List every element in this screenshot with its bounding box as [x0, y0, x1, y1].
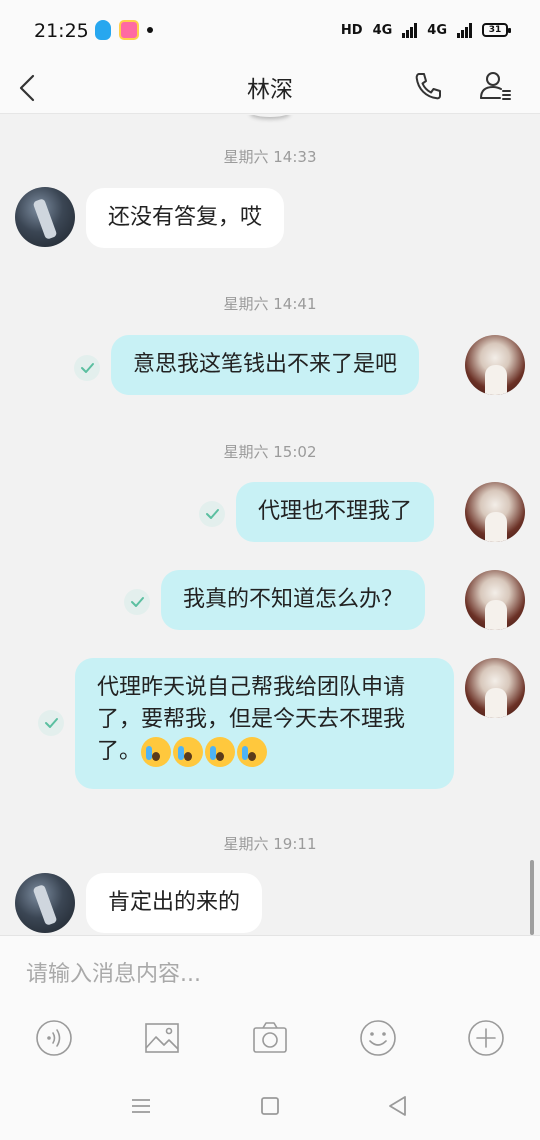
network-type-2: 4G: [427, 22, 447, 38]
loudly-crying-face-icon: [205, 737, 236, 767]
emoji-row: [141, 737, 268, 767]
notification-icons: [95, 20, 153, 40]
loudly-crying-face-icon: [173, 737, 204, 767]
received-message[interactable]: 肯定出的来的: [86, 873, 263, 933]
loudly-crying-face-icon: [141, 737, 172, 767]
recents-button[interactable]: [129, 1094, 153, 1118]
image-button[interactable]: [142, 1018, 182, 1058]
image-icon: [145, 1023, 179, 1053]
camera-icon: [253, 1022, 287, 1053]
menu-icon: [132, 1099, 150, 1113]
chat-header: 林深: [0, 62, 540, 114]
contact-name: 林深: [247, 77, 293, 103]
more-button[interactable]: [466, 1018, 506, 1058]
battery-icon: 31: [482, 23, 511, 37]
my-avatar[interactable]: [465, 658, 525, 718]
signal-icon-2: [457, 22, 472, 38]
my-avatar[interactable]: [465, 335, 525, 395]
user-profile-icon: [480, 72, 511, 100]
status-bar: 21:25 HD 4G 4G 31: [0, 0, 540, 62]
sent-message[interactable]: 代理也不理我了: [236, 482, 435, 542]
my-avatar[interactable]: [465, 570, 525, 630]
read-check-icon: [38, 710, 64, 736]
message-list[interactable]: 星期六 14:33 还没有答复，哎 星期六 14:41 意思我这笔钱出不来了是吧…: [0, 115, 540, 935]
square-home-icon: [261, 1097, 279, 1115]
loudly-crying-face-icon: [237, 737, 268, 767]
back-arrow-icon: [19, 74, 35, 102]
more-notifications-dot-icon: [147, 27, 153, 33]
voice-icon: [36, 1020, 72, 1056]
sent-message[interactable]: 意思我这笔钱出不来了是吧: [111, 335, 420, 395]
triangle-back-icon: [389, 1096, 406, 1116]
emoji-button[interactable]: [358, 1018, 398, 1058]
app-notification-icon: [119, 20, 139, 40]
back-button[interactable]: [14, 68, 50, 108]
message-input[interactable]: [12, 948, 528, 1000]
qq-notification-icon: [95, 20, 111, 40]
system-navigation-bar: [0, 1086, 540, 1126]
contact-profile-button[interactable]: [476, 66, 516, 106]
scrollbar[interactable]: [530, 860, 534, 935]
overscroll-shadow: [250, 115, 290, 117]
voice-button[interactable]: [34, 1018, 74, 1058]
camera-button[interactable]: [250, 1018, 290, 1058]
phone-icon: [415, 73, 441, 100]
system-back-button[interactable]: [386, 1094, 410, 1118]
status-time: 21:25: [34, 20, 89, 42]
network-type-1: 4G: [372, 22, 393, 38]
my-avatar[interactable]: [465, 482, 525, 542]
hd-label: HD: [340, 22, 363, 38]
message-timestamp: 星期六 19:11: [223, 835, 317, 853]
sent-message[interactable]: 我真的不知道怎么办？: [161, 570, 426, 630]
plus-icon: [468, 1020, 504, 1056]
composer: [0, 935, 540, 1140]
voice-call-button[interactable]: [408, 66, 448, 106]
received-message[interactable]: 还没有答复，哎: [86, 188, 285, 248]
contact-avatar[interactable]: [15, 187, 75, 247]
contact-avatar[interactable]: [15, 873, 75, 933]
battery-level: 31: [488, 25, 502, 35]
read-check-icon: [199, 501, 225, 527]
message-timestamp: 星期六 14:33: [223, 148, 317, 166]
message-timestamp: 星期六 15:02: [223, 443, 317, 461]
status-right: HD 4G 4G 31: [340, 22, 511, 38]
home-button[interactable]: [258, 1094, 282, 1118]
read-check-icon: [124, 589, 150, 615]
read-check-icon: [74, 355, 100, 381]
emoji-icon: [360, 1020, 396, 1056]
message-timestamp: 星期六 14:41: [223, 295, 317, 313]
signal-icon-1: [402, 22, 418, 38]
sent-message[interactable]: 代理昨天说自己帮我给团队申请了，要帮我，但是今天去不理我了。: [75, 658, 454, 789]
